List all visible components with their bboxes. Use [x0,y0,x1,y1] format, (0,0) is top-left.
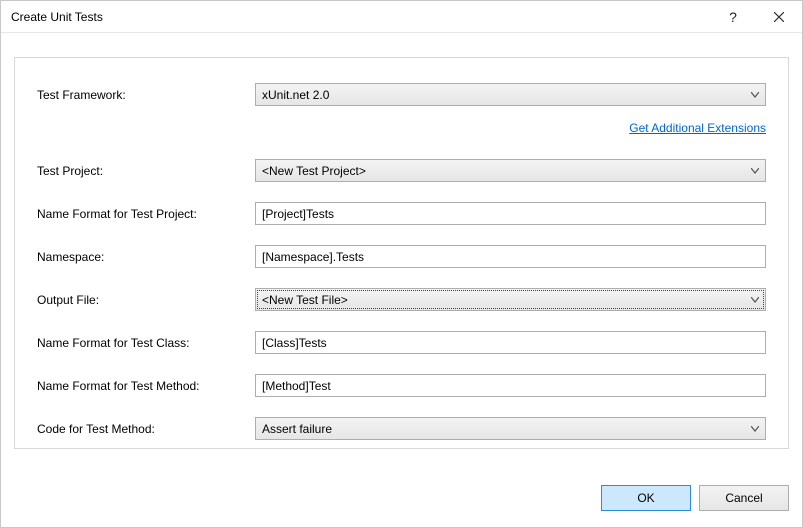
titlebar: Create Unit Tests ? [1,1,802,33]
test-project-value: <New Test Project> [262,164,366,178]
test-framework-combo[interactable]: xUnit.net 2.0 [255,83,766,106]
dialog-footer: OK Cancel [601,485,789,513]
ok-button[interactable]: OK [601,485,691,511]
code-for-method-combo[interactable]: Assert failure [255,417,766,440]
test-project-combo[interactable]: <New Test Project> [255,159,766,182]
chevron-down-icon [751,168,759,174]
chevron-down-icon [751,92,759,98]
window-title: Create Unit Tests [11,10,710,24]
label-output-file: Output File: [37,293,255,307]
close-icon [774,12,784,22]
label-code-for-method: Code for Test Method: [37,422,255,436]
output-file-value: <New Test File> [262,293,348,307]
test-framework-value: xUnit.net 2.0 [262,88,329,102]
label-name-format-method: Name Format for Test Method: [37,379,255,393]
name-format-method-input[interactable] [255,374,766,397]
form-panel: Test Framework: xUnit.net 2.0 Get Additi… [14,57,789,449]
chevron-down-icon [751,426,759,432]
name-format-project-input[interactable] [255,202,766,225]
code-for-method-value: Assert failure [262,422,332,436]
help-button[interactable]: ? [710,1,756,33]
label-namespace: Namespace: [37,250,255,264]
chevron-down-icon [751,297,759,303]
label-test-project: Test Project: [37,164,255,178]
cancel-button[interactable]: Cancel [699,485,789,511]
label-name-format-project: Name Format for Test Project: [37,207,255,221]
label-name-format-class: Name Format for Test Class: [37,336,255,350]
namespace-input[interactable] [255,245,766,268]
close-button[interactable] [756,1,802,33]
output-file-combo[interactable]: <New Test File> [255,288,766,311]
name-format-class-input[interactable] [255,331,766,354]
label-test-framework: Test Framework: [37,88,255,102]
get-extensions-link[interactable]: Get Additional Extensions [629,121,766,135]
